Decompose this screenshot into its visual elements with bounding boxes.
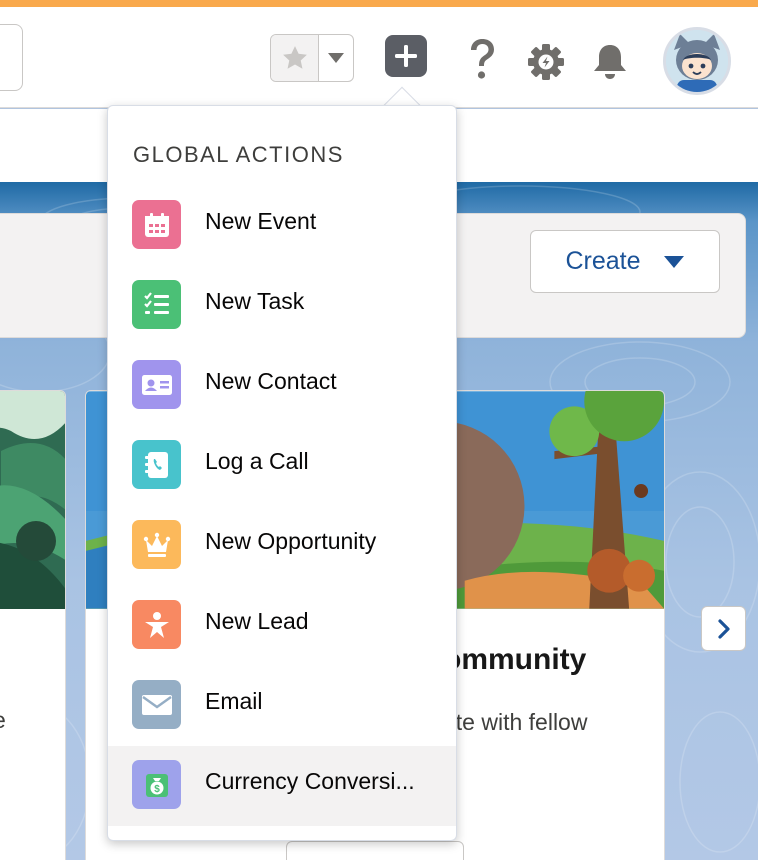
card-action-button[interactable]	[286, 841, 464, 860]
calendar-icon	[132, 200, 181, 249]
global-actions-menu: GLOBAL ACTIONS New Event New Task New Co…	[107, 105, 457, 841]
crown-icon	[132, 520, 181, 569]
menu-item-label: New Lead	[205, 608, 309, 634]
menu-item-label: Log a Call	[205, 448, 309, 474]
menu-item-label: New Task	[205, 288, 305, 314]
jungle-illustration	[0, 391, 65, 609]
question-icon	[471, 39, 494, 79]
menu-item-currency-conversion[interactable]: $ Currency Conversi...	[108, 746, 456, 826]
global-header	[0, 7, 758, 108]
top-accent-strip	[0, 0, 758, 7]
menu-item-new-event[interactable]: New Event	[108, 186, 456, 266]
task-list-icon	[132, 280, 181, 329]
user-avatar[interactable]	[663, 27, 731, 95]
menu-item-log-a-call[interactable]: Log a Call	[108, 426, 456, 506]
contact-card-icon	[132, 360, 181, 409]
create-button-label: Create	[565, 247, 641, 275]
chevron-right-icon	[717, 618, 730, 639]
money-bag-icon: $	[132, 760, 181, 809]
menu-item-label: New Event	[205, 208, 317, 234]
menu-item-new-task[interactable]: New Task	[108, 266, 456, 346]
left-card[interactable]: e	[0, 390, 66, 860]
card-description: nte with fellow	[443, 709, 588, 735]
menu-item-label: New Contact	[205, 368, 337, 394]
menu-item-new-contact[interactable]: New Contact	[108, 346, 456, 426]
search-box[interactable]	[0, 24, 23, 91]
svg-text:$: $	[154, 784, 160, 795]
astro-avatar	[666, 30, 728, 92]
favorites-star-button[interactable]	[271, 35, 319, 81]
caret-down-icon	[663, 255, 684, 268]
star-icon	[282, 46, 307, 69]
setup-button[interactable]	[523, 39, 569, 85]
bell-icon	[594, 45, 626, 79]
menu-item-email[interactable]: Email	[108, 666, 456, 746]
left-card-text: e	[0, 707, 6, 734]
plus-icon	[395, 45, 417, 67]
menu-item-new-lead[interactable]: New Lead	[108, 586, 456, 666]
menu-item-new-opportunity[interactable]: New Opportunity	[108, 506, 456, 586]
global-actions-heading: GLOBAL ACTIONS	[133, 142, 344, 167]
card-title: ommunity	[443, 643, 587, 676]
chevron-down-icon	[328, 53, 344, 63]
favorites-group	[270, 34, 354, 82]
favorites-dropdown-button[interactable]	[319, 35, 353, 81]
phone-icon	[132, 440, 181, 489]
envelope-icon	[132, 680, 181, 729]
notifications-button[interactable]	[587, 39, 633, 85]
gear-icon	[528, 44, 564, 80]
create-button[interactable]: Create	[530, 230, 720, 293]
menu-item-label: Email	[205, 688, 263, 714]
carousel-next-button[interactable]	[701, 606, 746, 651]
menu-item-label: New Opportunity	[205, 528, 377, 554]
global-actions-button[interactable]	[385, 35, 427, 77]
global-actions-list: New Event New Task New Contact Log a Cal…	[108, 186, 456, 826]
help-button[interactable]	[462, 37, 502, 83]
lead-star-icon	[132, 600, 181, 649]
menu-item-label: Currency Conversi...	[205, 768, 415, 794]
